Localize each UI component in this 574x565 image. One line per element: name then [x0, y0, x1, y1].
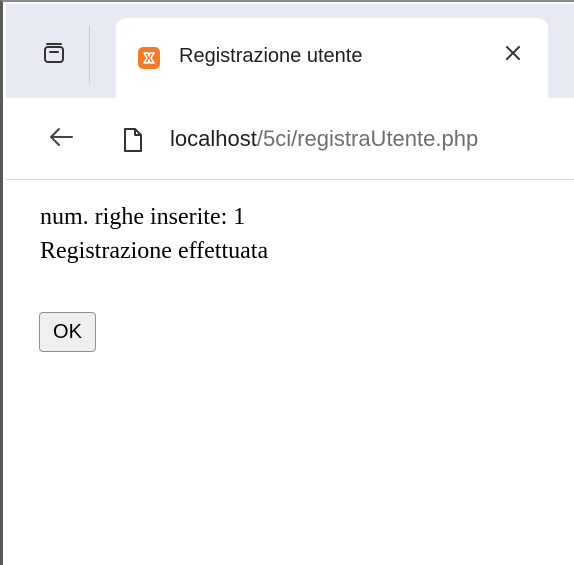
close-icon[interactable]	[504, 40, 522, 70]
registration-status-text: Registrazione effettuata	[40, 238, 269, 264]
url-field[interactable]: localhost/5ci/registraUtente.php	[170, 126, 478, 152]
browser-window: Registrazione utente localhost/5ci/regis…	[0, 0, 574, 565]
tab-search-icon	[40, 39, 68, 72]
page-content: num. righe inserite: 1 Registrazione eff…	[40, 200, 268, 268]
ok-button[interactable]: OK	[39, 312, 96, 352]
back-arrow-icon	[48, 126, 74, 153]
tab-title: Registrazione utente	[179, 45, 363, 67]
url-path: /5ci/registraUtente.php	[256, 126, 479, 151]
page-info-icon[interactable]	[122, 127, 144, 153]
xampp-favicon	[138, 47, 160, 69]
inserted-rows-text: num. righe inserite: 1	[40, 204, 246, 230]
tab-strip: Registrazione utente	[6, 4, 574, 98]
tab-registrazione[interactable]: Registrazione utente	[116, 18, 548, 98]
back-button[interactable]	[46, 124, 76, 154]
tab-search-button[interactable]	[18, 26, 90, 84]
address-toolbar: localhost/5ci/registraUtente.php	[6, 98, 574, 180]
url-host: localhost	[170, 126, 257, 151]
